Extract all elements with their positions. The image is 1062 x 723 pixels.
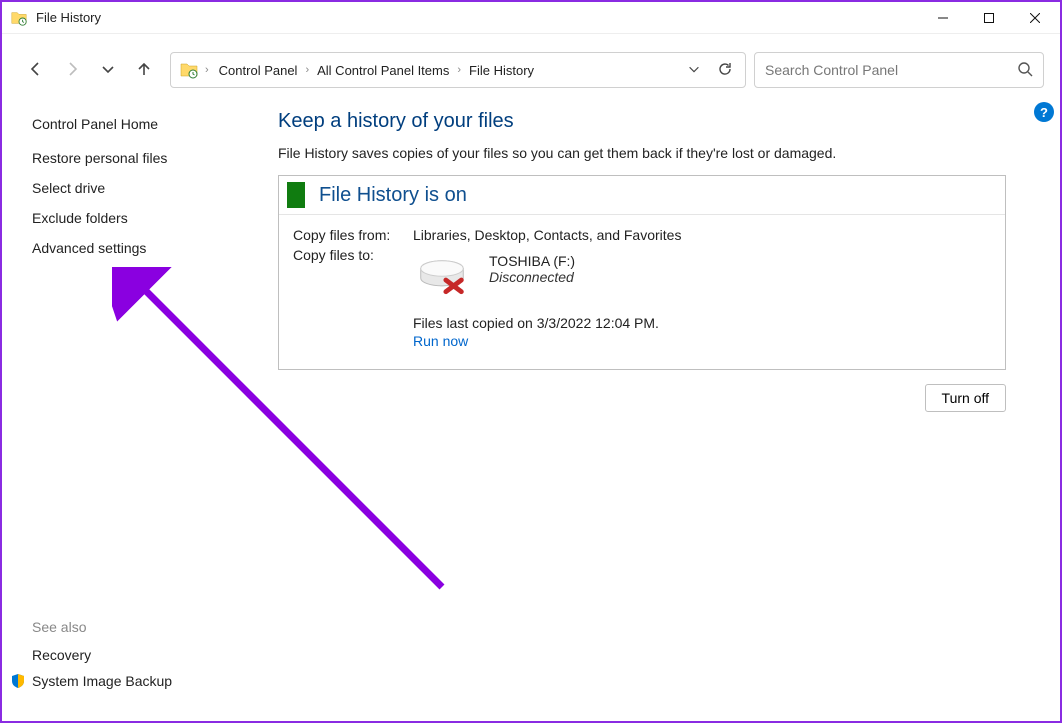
history-dropdown-button[interactable] (687, 62, 701, 79)
chevron-right-icon: › (203, 64, 211, 76)
page-title: Keep a history of your files (278, 110, 1006, 133)
last-copied-text: Files last copied on 3/3/2022 12:04 PM. (413, 315, 991, 331)
status-flag-icon (287, 182, 305, 208)
shield-icon (10, 673, 26, 689)
back-button[interactable] (28, 61, 44, 80)
title-bar: File History (2, 2, 1060, 34)
drive-name: TOSHIBA (F:) (489, 253, 575, 269)
page-subtitle: File History saves copies of your files … (278, 145, 1006, 161)
forward-button[interactable] (64, 61, 80, 80)
sidebar-item-restore[interactable]: Restore personal files (32, 150, 252, 166)
sidebar-item-select-drive[interactable]: Select drive (32, 180, 252, 196)
help-button[interactable]: ? (1034, 102, 1054, 122)
see-also-recovery[interactable]: Recovery (32, 647, 252, 663)
search-icon[interactable] (1017, 61, 1033, 80)
see-also-section: See also Recovery System Image Backup (32, 619, 252, 705)
maximize-button[interactable] (966, 3, 1012, 33)
recent-locations-button[interactable] (100, 61, 116, 80)
copy-from-value: Libraries, Desktop, Contacts, and Favori… (413, 227, 991, 243)
chevron-right-icon: › (455, 64, 463, 76)
folder-clock-icon (10, 9, 28, 27)
sidebar-item-exclude-folders[interactable]: Exclude folders (32, 210, 252, 226)
breadcrumb-item[interactable]: File History (463, 59, 540, 82)
run-now-link[interactable]: Run now (413, 333, 468, 349)
refresh-button[interactable] (717, 61, 733, 80)
search-input[interactable] (765, 62, 1017, 78)
turn-off-button[interactable]: Turn off (925, 384, 1006, 412)
nav-buttons (18, 61, 162, 80)
copy-from-label: Copy files from: (293, 227, 413, 243)
sidebar-item-advanced-settings[interactable]: Advanced settings (32, 240, 252, 256)
sidebar: Control Panel Home Restore personal file… (2, 106, 252, 715)
drive-icon (413, 253, 471, 295)
up-button[interactable] (136, 61, 152, 80)
window-title: File History (36, 10, 101, 25)
sidebar-home-link[interactable]: Control Panel Home (32, 116, 252, 132)
breadcrumb-item[interactable]: Control Panel (213, 59, 304, 82)
breadcrumb: Control Panel › All Control Panel Items … (213, 59, 685, 82)
status-header: File History is on (279, 176, 1005, 215)
see-also-title: See also (32, 619, 252, 635)
minimize-button[interactable] (920, 3, 966, 33)
chevron-right-icon: › (303, 64, 311, 76)
copy-to-label: Copy files to: (293, 247, 413, 263)
close-button[interactable] (1012, 3, 1058, 33)
breadcrumb-item[interactable]: All Control Panel Items (311, 59, 455, 82)
search-box[interactable] (754, 52, 1044, 88)
toolbar: › Control Panel › All Control Panel Item… (2, 34, 1060, 96)
status-box: File History is on Copy files from: Libr… (278, 175, 1006, 370)
address-bar[interactable]: › Control Panel › All Control Panel Item… (170, 52, 746, 88)
folder-clock-icon (179, 60, 199, 80)
content-area: Control Panel Home Restore personal file… (2, 96, 1060, 715)
see-also-system-image-backup[interactable]: System Image Backup (10, 673, 252, 689)
main-panel: Keep a history of your files File Histor… (252, 106, 1060, 715)
drive-status: Disconnected (489, 269, 575, 285)
status-title: File History is on (319, 184, 467, 207)
